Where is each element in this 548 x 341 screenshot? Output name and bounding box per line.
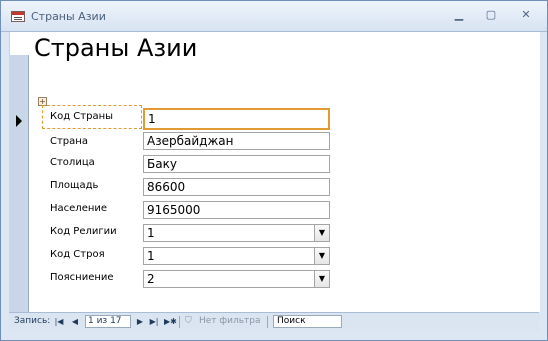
maximize-icon[interactable]: ▢ <box>481 7 501 23</box>
filter-status[interactable]: Нет фильтра <box>199 316 260 326</box>
form-header-title: Страны Азии <box>34 34 198 62</box>
divider <box>267 316 268 328</box>
current-record-arrow-icon <box>16 115 22 127</box>
religion-code-value: 1 <box>147 226 155 240</box>
current-record-input[interactable]: 1 из 17 <box>85 315 131 328</box>
country-code-field[interactable]: 1 <box>143 108 330 130</box>
minimize-icon[interactable]: ▁ <box>449 7 469 23</box>
next-record-icon[interactable]: ▶ <box>135 315 145 328</box>
previous-record-icon[interactable]: ◀ <box>70 315 80 328</box>
chevron-down-icon[interactable]: ▼ <box>314 248 329 264</box>
close-icon[interactable]: ✕ <box>516 7 536 23</box>
filter-icon: ⛉ <box>185 316 192 326</box>
search-input[interactable]: Поиск <box>273 315 342 328</box>
record-label: Запись: <box>14 316 51 326</box>
last-record-icon[interactable]: ▶| <box>149 315 159 328</box>
area-field[interactable]: 86600 <box>143 178 330 196</box>
explanation-combo[interactable]: 2 ▼ <box>143 270 330 288</box>
label-population: Население <box>50 203 108 214</box>
regime-code-combo[interactable]: 1 ▼ <box>143 247 330 265</box>
chevron-down-icon[interactable]: ▼ <box>314 225 329 241</box>
label-explanation: Поясниение <box>50 272 114 283</box>
title-bar[interactable]: Страны Азии ▁ ▢ ✕ <box>1 1 547 32</box>
window-title: Страны Азии <box>31 10 106 23</box>
record-navigation-bar: Запись: |◀ ◀ 1 из 17 ▶ ▶| ▶✱ ⛉ Нет фильт… <box>9 312 539 331</box>
divider <box>179 316 180 328</box>
form-icon <box>11 11 25 22</box>
record-selector[interactable] <box>9 55 29 313</box>
regime-code-value: 1 <box>147 249 155 263</box>
country-field[interactable]: Азербайджан <box>143 132 330 150</box>
label-country-code: Код Страны <box>50 111 114 122</box>
new-record-icon[interactable]: ▶✱ <box>164 315 177 328</box>
label-country: Страна <box>50 136 88 147</box>
form-window: Страны Азии ▁ ▢ ✕ Страны Азии + Код Стра… <box>0 0 548 341</box>
first-record-icon[interactable]: |◀ <box>54 315 64 328</box>
chevron-down-icon[interactable]: ▼ <box>314 271 329 287</box>
label-religion-code: Код Религии <box>50 226 117 237</box>
explanation-value: 2 <box>147 272 155 286</box>
label-regime-code: Код Строя <box>50 249 105 260</box>
capital-field[interactable]: Баку <box>143 155 330 173</box>
label-area: Площадь <box>50 180 99 191</box>
religion-code-combo[interactable]: 1 ▼ <box>143 224 330 242</box>
label-capital: Столица <box>50 157 95 168</box>
population-field[interactable]: 9165000 <box>143 201 330 219</box>
